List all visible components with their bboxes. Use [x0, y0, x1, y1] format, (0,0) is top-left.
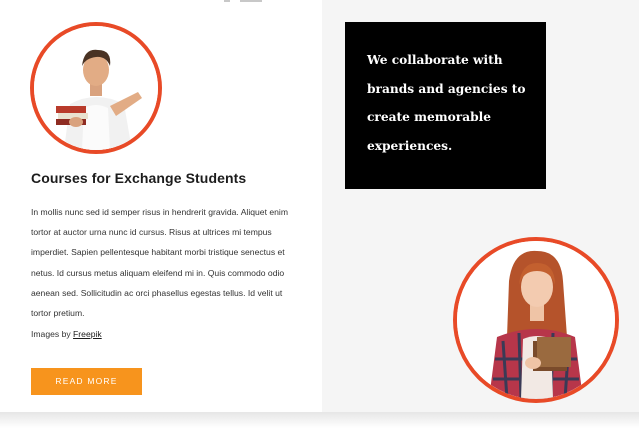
female-student-photo	[457, 241, 615, 399]
read-more-button[interactable]: READ MORE	[31, 368, 142, 395]
male-student-avatar	[30, 22, 162, 154]
quote-box: We collaborate with brands and agencies …	[345, 22, 546, 189]
course-description: In mollis nunc sed id semper risus in he…	[31, 207, 288, 319]
section-bottom-shadow	[0, 412, 639, 428]
course-title: Courses for Exchange Students	[31, 170, 247, 186]
female-student-avatar	[453, 237, 619, 403]
image-credit: Images by Freepik	[31, 329, 102, 339]
quote-text: We collaborate with brands and agencies …	[367, 53, 526, 153]
image-credit-prefix: Images by	[31, 329, 74, 339]
cropped-header-fragment	[208, 0, 268, 4]
student-photo	[34, 26, 158, 150]
freepik-link[interactable]: Freepik	[73, 329, 102, 339]
